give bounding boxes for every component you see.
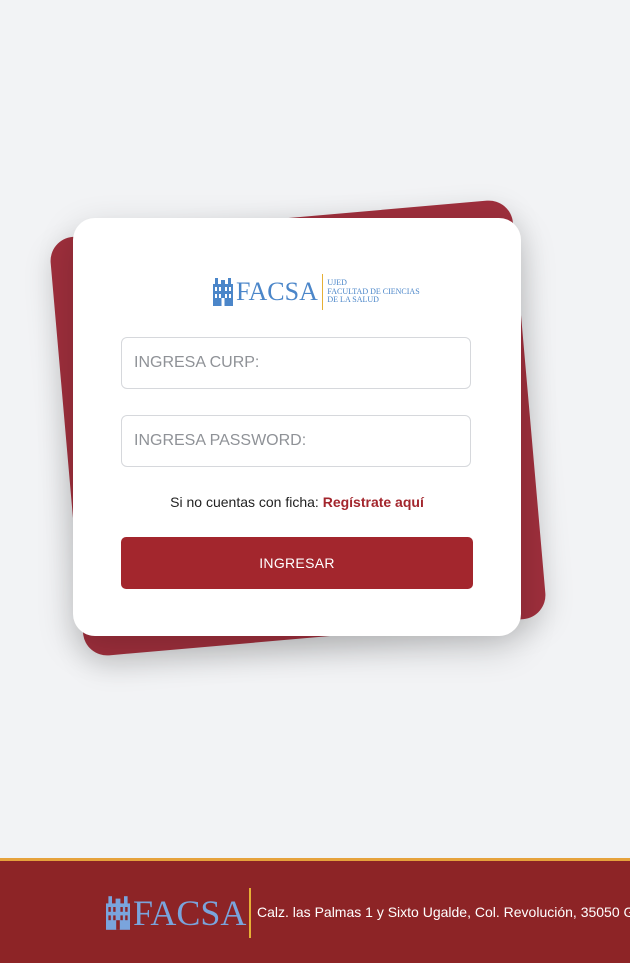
register-line: Si no cuentas con ficha: Regístrate aquí: [73, 494, 521, 510]
register-link[interactable]: Regístrate aquí: [323, 494, 424, 510]
logo-divider: [321, 274, 324, 310]
curp-input[interactable]: [121, 337, 471, 389]
login-card: FACSA UJED Facultad de Ciencias de la Sa…: [73, 218, 521, 636]
facsa-logo: FACSA UJED Facultad de Ciencias de la Sa…: [213, 272, 420, 312]
footer: FACSA Calz. las Palmas 1 y Sixto Ugalde,…: [0, 858, 630, 963]
footer-building-icon: [106, 896, 130, 930]
footer-logo: FACSA: [106, 888, 251, 938]
submit-button[interactable]: INGRESAR: [121, 537, 473, 589]
logo-wordmark: FACSA: [236, 277, 318, 306]
register-prompt: Si no cuentas con ficha:: [170, 494, 319, 510]
password-input[interactable]: [121, 415, 471, 467]
footer-address: Calz. las Palmas 1 y Sixto Ugalde, Col. …: [257, 904, 630, 920]
footer-logo-wordmark: FACSA: [133, 893, 247, 933]
footer-logo-divider: [249, 888, 251, 938]
logo-sub-line3: de la Salud: [327, 295, 379, 305]
logo-subtext: UJED Facultad de Ciencias de la Salud: [327, 279, 419, 305]
building-icon: [213, 278, 233, 306]
